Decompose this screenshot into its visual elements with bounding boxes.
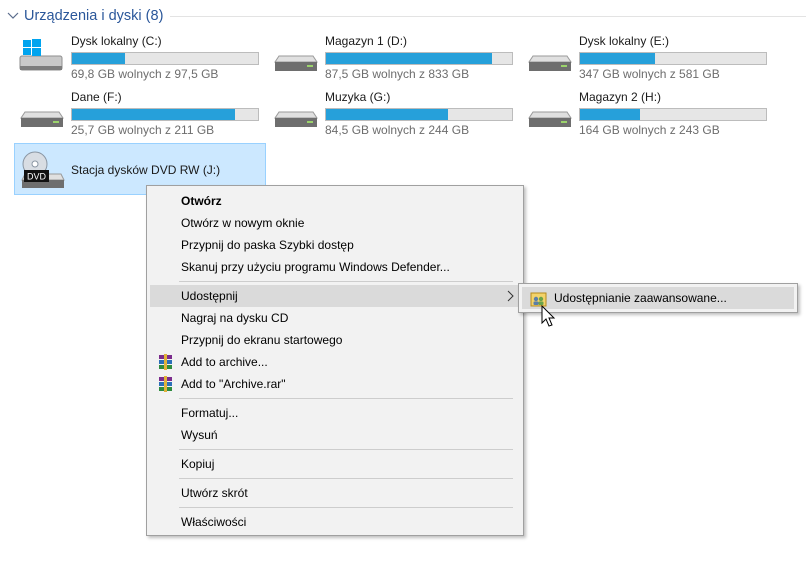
hard-drive-icon [274,55,318,71]
drive-name: Magazyn 1 (D:) [325,34,408,48]
usage-bar [579,108,767,121]
group-header[interactable]: Urządzenia i dyski (8) [6,6,163,26]
drive-name: Dysk lokalny (E:) [579,34,670,48]
menu-item-pin-quick-access[interactable]: Przypnij do paska Szybki dostęp [150,234,520,256]
mouse-cursor-icon [541,305,556,327]
menu-item-add-archive[interactable]: Add to archive... [150,351,520,373]
menu-item-copy[interactable]: Kopiuj [150,453,520,475]
drive-e[interactable]: Dysk lokalny (E:) 347 GB wolnych z 581 G… [523,30,773,81]
usage-bar [325,52,513,65]
drive-g[interactable]: Muzyka (G:) 84,5 GB wolnych z 244 GB [269,86,519,137]
usage-bar [71,52,259,65]
free-space: 84,5 GB wolnych z 244 GB [325,123,470,137]
winrar-icon [159,354,172,370]
menu-item-advanced-sharing[interactable]: Udostępnianie zaawansowane... [522,287,794,309]
chevron-down-icon [7,12,19,19]
context-menu: Otwórz Otwórz w nowym oknie Przypnij do … [146,185,524,536]
menu-item-add-archive-rar[interactable]: Add to "Archive.rar" [150,373,520,395]
group-divider [170,16,806,17]
menu-separator [179,478,513,479]
drive-h[interactable]: Magazyn 2 (H:) 164 GB wolnych z 243 GB [523,86,773,137]
menu-separator [179,449,513,450]
chevron-right-icon [507,290,514,302]
share-submenu: Udostępnianie zaawansowane... [518,283,798,313]
winrar-icon [159,376,172,392]
hard-drive-icon [528,55,572,71]
menu-item-properties[interactable]: Właściwości [150,511,520,533]
usage-bar [579,52,767,65]
group-title: Urządzenia i dyski (8) [24,8,164,24]
hard-drive-icon [20,111,64,127]
menu-item-create-shortcut[interactable]: Utwórz skrót [150,482,520,504]
menu-separator [179,398,513,399]
hard-drive-icon [528,111,572,127]
drive-name: Dane (F:) [71,90,122,104]
free-space: 164 GB wolnych z 243 GB [579,123,720,137]
menu-item-share[interactable]: Udostępnij [150,285,520,307]
menu-item-burn-cd[interactable]: Nagraj na dysku CD [150,307,520,329]
drive-d[interactable]: Magazyn 1 (D:) 87,5 GB wolnych z 833 GB [269,30,519,81]
drive-name: Stacja dysków DVD RW (J:) [71,163,221,177]
free-space: 347 GB wolnych z 581 GB [579,67,720,81]
menu-item-scan-defender[interactable]: Skanuj przy użyciu programu Windows Defe… [150,256,520,278]
menu-item-open[interactable]: Otwórz [150,190,520,212]
drive-f[interactable]: Dane (F:) 25,7 GB wolnych z 211 GB [15,86,265,137]
svg-text:DVD: DVD [27,172,47,182]
drive-name: Magazyn 2 (H:) [579,90,662,104]
windows-drive-icon [19,39,63,71]
hard-drive-icon [274,111,318,127]
menu-item-format[interactable]: Formatuj... [150,402,520,424]
menu-item-open-new-window[interactable]: Otwórz w nowym oknie [150,212,520,234]
usage-bar [71,108,259,121]
drive-c[interactable]: Dysk lokalny (C:) 69,8 GB wolnych z 97,5… [15,30,265,81]
free-space: 25,7 GB wolnych z 211 GB [71,123,215,137]
menu-separator [179,507,513,508]
menu-separator [179,281,513,282]
drive-name: Dysk lokalny (C:) [71,34,162,48]
drive-name: Muzyka (G:) [325,90,391,104]
menu-item-pin-start[interactable]: Przypnij do ekranu startowego [150,329,520,351]
free-space: 69,8 GB wolnych z 97,5 GB [71,67,219,81]
usage-bar [325,108,513,121]
menu-item-eject[interactable]: Wysuń [150,424,520,446]
dvd-drive-icon: DVD [21,151,65,188]
free-space: 87,5 GB wolnych z 833 GB [325,67,470,81]
